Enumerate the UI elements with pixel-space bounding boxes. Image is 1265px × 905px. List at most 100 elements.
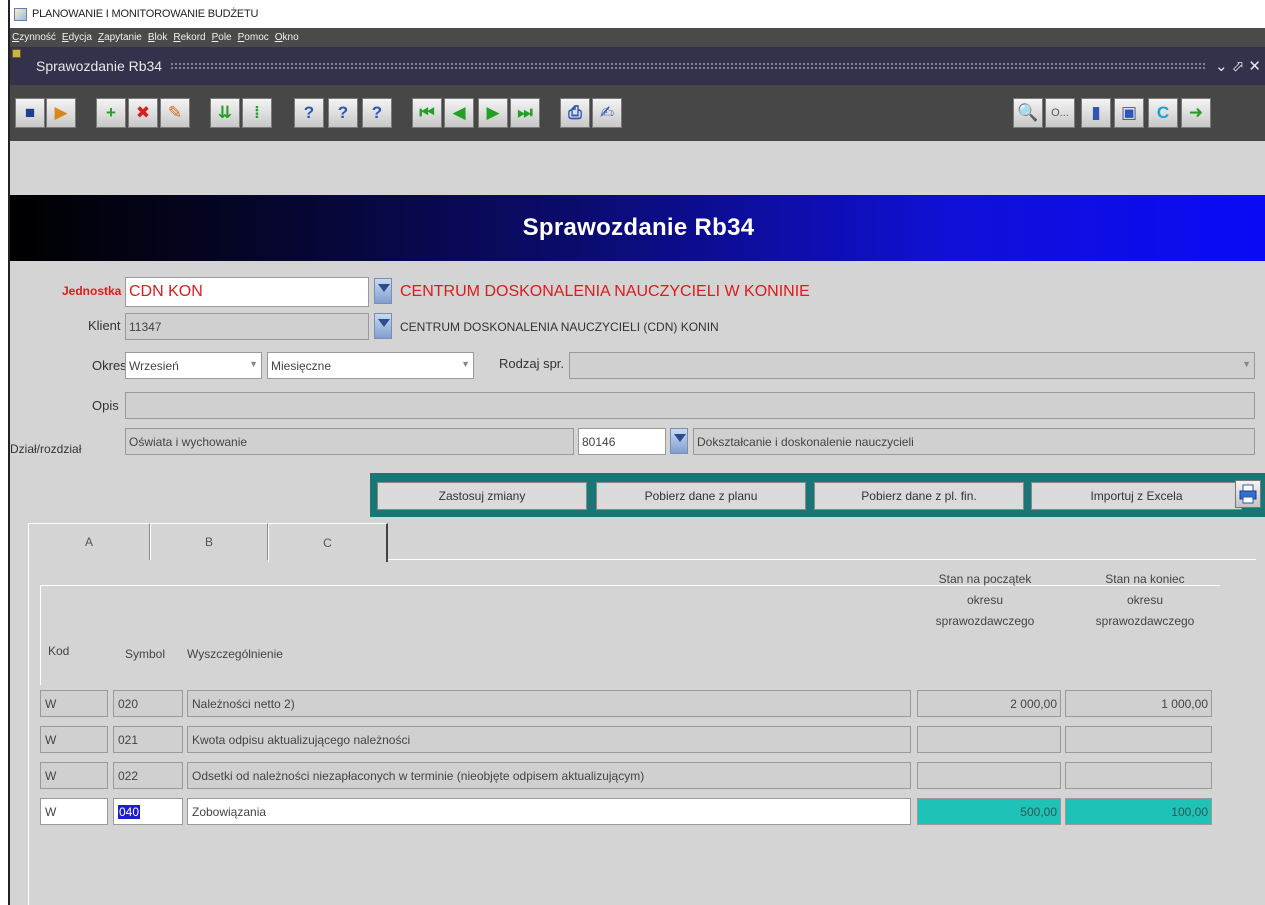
form-window-icon <box>12 49 21 58</box>
okres-month-value: Wrzesień <box>129 358 179 373</box>
import-excel-button[interactable]: Importuj z Excela <box>1031 482 1242 510</box>
duplicate-record-icon[interactable]: ⇊ <box>210 98 240 128</box>
app-title: PLANOWANIE I MONITOROWANIE BUDŻETU <box>32 8 259 20</box>
document-icon[interactable]: ▮ <box>1081 98 1111 128</box>
row2-kod[interactable]: W <box>40 726 108 753</box>
row3-kod[interactable]: W <box>40 762 108 789</box>
exit-icon[interactable]: ➜ <box>1181 98 1211 128</box>
header-kod: Kod <box>48 644 70 658</box>
data-grid: Kod Symbol Wyszczególnienie Stan na pocz… <box>40 572 1255 890</box>
row4-kod[interactable]: W <box>40 798 108 825</box>
options-button[interactable]: O... <box>1045 98 1075 128</box>
calculator-icon[interactable]: C <box>1148 98 1178 128</box>
menu-bar: Czynność Edycja Zapytanie Blok Rekord Po… <box>10 28 1265 47</box>
okres-month-select[interactable]: Wrzesień ▼ <box>125 352 262 379</box>
rodzaj-select[interactable]: ▼ <box>569 352 1255 379</box>
insert-record-icon[interactable]: + <box>96 98 126 128</box>
okres-period-select[interactable]: Miesięczne ▼ <box>267 352 474 379</box>
tab-c[interactable]: C <box>268 523 388 562</box>
menu-rekord[interactable]: Rekord <box>173 32 205 43</box>
tab-a[interactable]: A <box>28 523 150 560</box>
row3-symbol[interactable]: 022 <box>113 762 183 789</box>
menu-pomoc[interactable]: Pomoc <box>238 32 269 43</box>
row1-kod[interactable]: W <box>40 690 108 717</box>
tab-baseline <box>388 559 1256 560</box>
menu-zapytanie[interactable]: Zapytanie <box>98 32 142 43</box>
row2-description[interactable]: Kwota odpisu aktualizującego należności <box>187 726 911 753</box>
okres-period-value: Miesięczne <box>271 358 332 373</box>
header-end-period: Stan na koniec okresu sprawozdawczego <box>1070 569 1220 632</box>
row1-description[interactable]: Należności netto 2) <box>187 690 911 717</box>
app-titlebar: PLANOWANIE I MONITOROWANIE BUDŻETU <box>10 0 1265 28</box>
dzial-label: Dział/rozdział <box>10 442 82 456</box>
row1-symbol[interactable]: 020 <box>113 690 183 717</box>
edit-icon[interactable]: ✍ <box>592 98 622 128</box>
row3-description[interactable]: Odsetki od należności niezapłaconych w t… <box>187 762 911 789</box>
next-record-icon[interactable]: ▶ <box>478 98 508 128</box>
previous-record-icon[interactable]: ◀ <box>444 98 474 128</box>
clear-block-icon[interactable]: ⁞ <box>242 98 272 128</box>
opis-label: Opis <box>92 398 119 413</box>
jednostka-label: Jednostka <box>62 284 122 298</box>
row2-end-value[interactable] <box>1065 726 1212 753</box>
row3-end-value[interactable] <box>1065 762 1212 789</box>
tab-b[interactable]: B <box>150 523 268 560</box>
clear-record-icon[interactable]: ✎ <box>160 98 190 128</box>
klient-description: CENTRUM DOSKONALENIA NAUCZYCIELI (CDN) K… <box>400 320 719 334</box>
row2-symbol[interactable]: 021 <box>113 726 183 753</box>
opis-field[interactable] <box>125 392 1255 419</box>
jednostka-field[interactable]: CDN KON <box>125 277 369 307</box>
fetch-fin-plan-button[interactable]: Pobierz dane z pl. fin. <box>814 482 1024 510</box>
header-start-line2: okresu <box>966 593 1004 607</box>
menu-czynnosc[interactable]: Czynność <box>12 32 56 43</box>
header-start-line1: Stan na początek <box>938 572 1032 586</box>
form-banner: Sprawozdanie Rb34 <box>10 195 1265 261</box>
rozdzial-code-field[interactable]: 80146 <box>578 428 666 455</box>
row2-start-value[interactable] <box>917 726 1061 753</box>
header-start-line3: sprawozdawczego <box>935 614 1035 628</box>
apply-changes-button[interactable]: Zastosuj zmiany <box>377 482 587 510</box>
row1-start-value[interactable]: 2 000,00 <box>917 690 1061 717</box>
header-end-line2: okresu <box>1126 593 1164 607</box>
header-form: Jednostka CDN KON CENTRUM DOSKONALENIA N… <box>10 268 1265 468</box>
menu-pole[interactable]: Pole <box>212 32 232 43</box>
rozdzial-lov-icon[interactable] <box>670 428 688 454</box>
row4-symbol[interactable]: 040 <box>113 798 183 825</box>
menu-blok[interactable]: Blok <box>148 32 167 43</box>
klient-field[interactable]: 11347 <box>125 313 369 340</box>
header-end-line3: sprawozdawczego <box>1095 614 1195 628</box>
row1-end-value[interactable]: 1 000,00 <box>1065 690 1212 717</box>
count-query-icon[interactable]: ? <box>362 98 392 128</box>
menu-edycja[interactable]: Edycja <box>62 32 92 43</box>
row4-symbol-selected-text: 040 <box>118 804 141 819</box>
print-button[interactable] <box>1235 480 1261 508</box>
row3-start-value[interactable] <box>917 762 1061 789</box>
row4-start-value[interactable]: 500,00 <box>917 798 1061 825</box>
last-record-icon[interactable]: ⏭ <box>510 98 540 128</box>
windows-icon[interactable]: ▣ <box>1114 98 1144 128</box>
row4-end-value[interactable]: 100,00 <box>1065 798 1212 825</box>
jednostka-lov-icon[interactable] <box>374 278 392 304</box>
exit-form-icon[interactable]: ▶ <box>46 98 76 128</box>
window-controls[interactable]: ⌄ ⬀ ✕ <box>1215 57 1261 75</box>
form-window-titlebar: Sprawozdanie Rb34 ⌄ ⬀ ✕ <box>10 47 1265 85</box>
application-frame: PLANOWANIE I MONITOROWANIE BUDŻETU Czynn… <box>8 0 1265 905</box>
print-icon[interactable]: ⎙ <box>560 98 590 128</box>
klient-lov-icon[interactable] <box>374 313 392 339</box>
dzial-field[interactable]: Oświata i wychowanie <box>125 428 574 455</box>
enter-query-icon[interactable]: ? <box>294 98 324 128</box>
fetch-plan-button[interactable]: Pobierz dane z planu <box>596 482 806 510</box>
first-record-icon[interactable]: ⏮ <box>412 98 442 128</box>
chevron-down-icon: ▼ <box>249 359 258 369</box>
header-end-line1: Stan na koniec <box>1105 572 1185 586</box>
form-title: Sprawozdanie Rb34 <box>522 214 755 241</box>
execute-query-icon[interactable]: ? <box>328 98 358 128</box>
tab-panel-border <box>28 560 29 905</box>
save-icon[interactable]: ■ <box>15 98 45 128</box>
grid-header-left-line <box>40 585 41 685</box>
delete-record-icon[interactable]: ✖ <box>128 98 158 128</box>
preview-icon[interactable]: 🔍 <box>1013 98 1043 128</box>
menu-okno[interactable]: Okno <box>275 32 299 43</box>
rozdzial-description: Dokształcanie i doskonalenie nauczycieli <box>693 428 1255 455</box>
row4-description[interactable]: Zobowiązania <box>187 798 911 825</box>
